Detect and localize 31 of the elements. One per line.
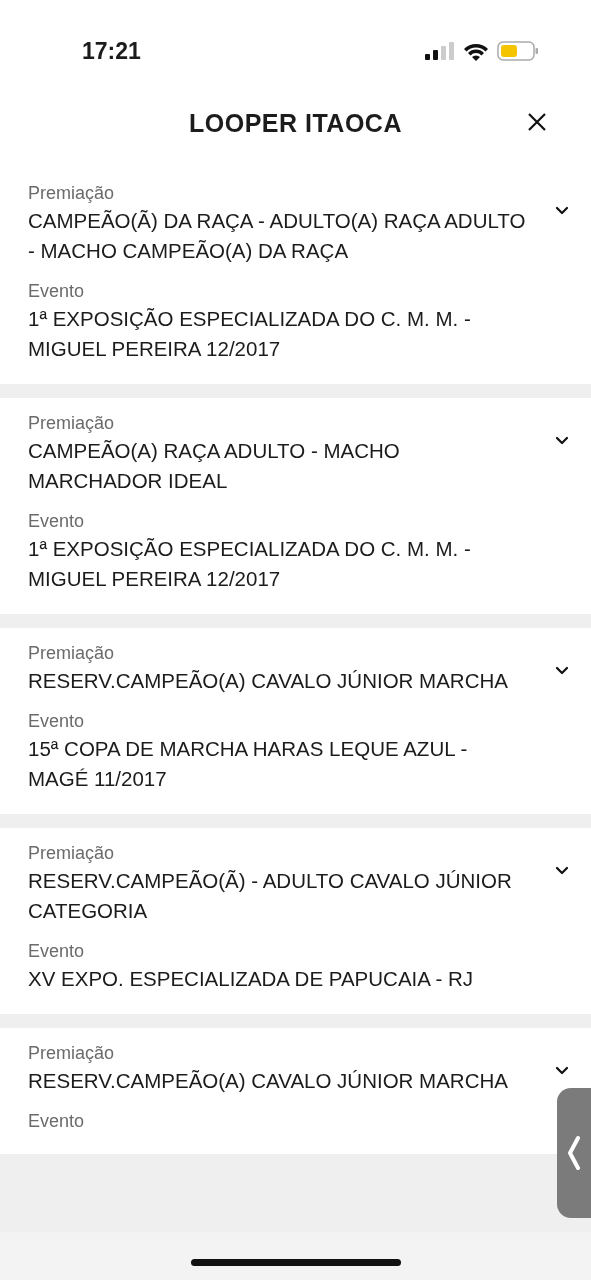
award-label: Premiação (28, 412, 116, 435)
event-label: Evento (28, 280, 86, 303)
signal-icon (425, 42, 455, 60)
award-label: Premiação (28, 182, 116, 205)
expand-button[interactable] (555, 666, 569, 675)
expand-button[interactable] (555, 206, 569, 215)
award-label: Premiação (28, 642, 116, 665)
award-name: RESERV.CAMPEÃO(A) CAVALO JÚNIOR MARCHA (28, 668, 509, 694)
event-label: Evento (28, 1110, 86, 1133)
battery-icon (497, 41, 539, 61)
event-name: 1ª EXPOSIÇÃO ESPECIALIZADA DO C. M. M. - MIGUEL PEREIRA 12/2017 (28, 306, 472, 362)
expand-button[interactable] (555, 436, 569, 445)
award-name: CAMPEÃO(A) RAÇA ADULTO - MACHO MARCHADOR IDEAL (28, 438, 401, 494)
event-name: 15ª COPA DE MARCHA HARAS LEQUE AZUL - MAGÉ 11/2017 (28, 736, 469, 792)
event-label: Evento (28, 710, 86, 733)
award-name: RESERV.CAMPEÃO(A) CAVALO JÚNIOR MARCHA (28, 1068, 509, 1094)
award-name: CAMPEÃO(Ã) DA RAÇA - ADULTO(A) RAÇA ADULTO - MACHO CAMPEÃO(A) DA RAÇA (28, 208, 527, 264)
award-name: RESERV.CAMPEÃO(Ã) - ADULTO CAVALO JÚNIOR CATEGORIA (28, 868, 513, 924)
page-title: LOOPER ITAOCA (189, 108, 402, 140)
status-time: 17:21 (82, 36, 141, 66)
event-label: Evento (28, 510, 86, 533)
event-name: 1ª EXPOSIÇÃO ESPECIALIZADA DO C. M. M. - MIGUEL PEREIRA 12/2017 (28, 536, 472, 592)
close-button[interactable] (527, 112, 547, 132)
event-name: XV EXPO. ESPECIALIZADA DE PAPUCAIA - RJ (28, 966, 475, 992)
side-handle[interactable] (557, 1088, 591, 1218)
award-label: Premiação (28, 842, 116, 865)
expand-button[interactable] (555, 1066, 569, 1075)
wifi-icon (463, 41, 489, 61)
award-label: Premiação (28, 1042, 116, 1065)
expand-button[interactable] (555, 866, 569, 875)
event-label: Evento (28, 940, 86, 963)
